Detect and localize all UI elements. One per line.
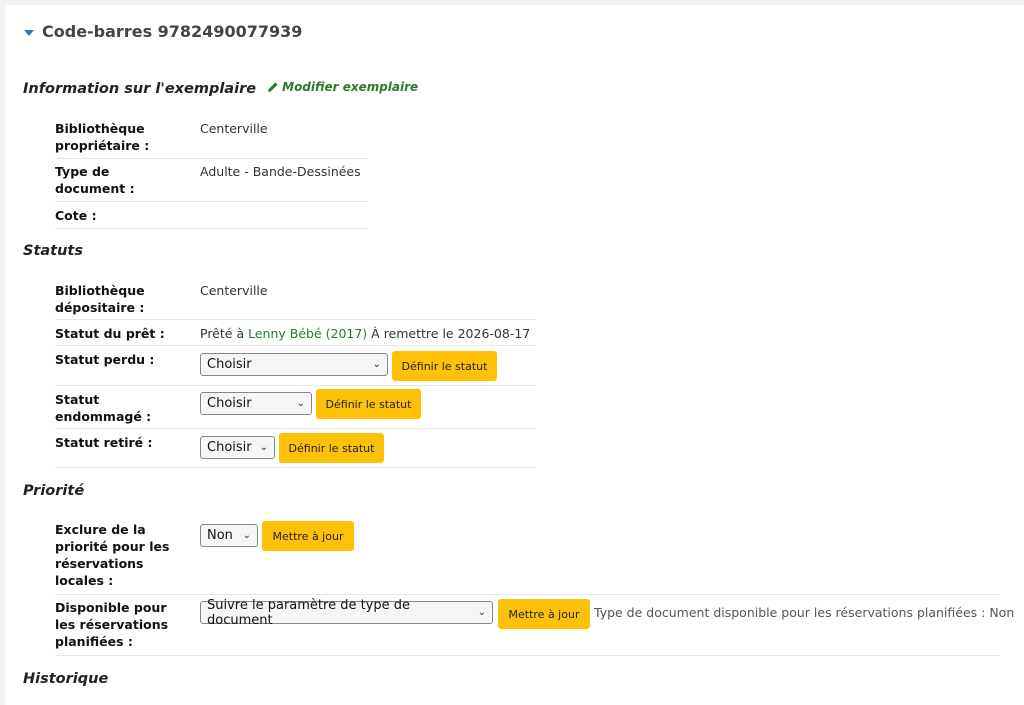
checkout-status-label: Statut du prêt : xyxy=(55,326,165,341)
withdrawn-status-label: Statut retiré : xyxy=(55,435,153,450)
row-divider xyxy=(55,428,535,429)
bookable-label: Disponible pour les réservations planifi… xyxy=(55,600,169,649)
set-damaged-status-button[interactable]: Définir le statut xyxy=(316,389,421,419)
barcode-heading[interactable]: Code-barres 9782490077939 xyxy=(24,22,302,41)
damaged-status-select[interactable]: Choisir ⌄ xyxy=(200,392,312,415)
owning-library-value: Centerville xyxy=(200,121,268,136)
chevron-down-icon: ⌄ xyxy=(372,359,381,370)
bookable-hint: Type de document disponible pour les rés… xyxy=(594,605,1015,620)
row-divider xyxy=(55,319,535,320)
row-divider xyxy=(55,345,535,346)
row-divider xyxy=(55,228,368,229)
row-divider xyxy=(55,385,535,386)
chevron-down-icon: ⌄ xyxy=(296,398,305,409)
chevron-down-icon: ⌄ xyxy=(477,607,486,618)
set-lost-status-button[interactable]: Définir le statut xyxy=(392,351,497,381)
row-divider xyxy=(55,201,368,202)
update-exclude-priority-button[interactable]: Mettre à jour xyxy=(262,521,354,551)
history-heading: Historique xyxy=(23,671,109,687)
priority-heading: Priorité xyxy=(23,483,85,499)
patron-link[interactable]: Lenny Bébé (2017) xyxy=(248,326,367,341)
pencil-icon xyxy=(268,82,278,92)
update-bookable-button[interactable]: Mettre à jour xyxy=(498,599,590,629)
chevron-down-icon: ⌄ xyxy=(259,442,268,453)
item-info-heading: Information sur l'exemplaire Modifier ex… xyxy=(23,80,418,97)
damaged-status-label: Statut endommagé : xyxy=(55,392,152,424)
holding-library-value: Centerville xyxy=(200,283,268,298)
holding-library-label: Bibliothèque dépositaire : xyxy=(55,283,145,315)
row-divider xyxy=(55,158,368,159)
item-type-label: Type de document : xyxy=(55,164,135,196)
set-withdrawn-status-button[interactable]: Définir le statut xyxy=(279,433,384,463)
item-info-title: Information sur l'exemplaire xyxy=(23,81,257,97)
item-type-value: Adulte - Bande-Dessinées xyxy=(200,164,361,179)
row-divider xyxy=(55,594,1000,595)
withdrawn-status-select[interactable]: Choisir ⌄ xyxy=(200,436,275,459)
lost-status-label: Statut perdu : xyxy=(55,352,155,367)
owning-library-label: Bibliothèque propriétaire : xyxy=(55,121,150,153)
edit-item-link[interactable]: Modifier exemplaire xyxy=(267,80,418,94)
barcode-title: Code-barres 9782490077939 xyxy=(42,22,303,41)
statuses-heading: Statuts xyxy=(23,243,83,259)
chevron-down-icon: ⌄ xyxy=(242,530,251,541)
call-number-label: Cote : xyxy=(55,208,97,223)
caret-down-icon[interactable] xyxy=(24,29,34,36)
checkout-status-value: Prêté à Lenny Bébé (2017) À remettre le … xyxy=(200,326,531,341)
row-divider xyxy=(55,467,535,468)
exclude-local-priority-label: Exclure de la priorité pour les réservat… xyxy=(55,522,170,588)
exclude-local-priority-select[interactable]: Non ⌄ xyxy=(200,524,258,547)
row-divider xyxy=(55,655,1000,656)
bookable-select[interactable]: Suivre le paramètre de type de document … xyxy=(200,598,493,628)
edit-item-label: Modifier exemplaire xyxy=(282,80,419,94)
lost-status-select[interactable]: Choisir ⌄ xyxy=(200,353,388,376)
